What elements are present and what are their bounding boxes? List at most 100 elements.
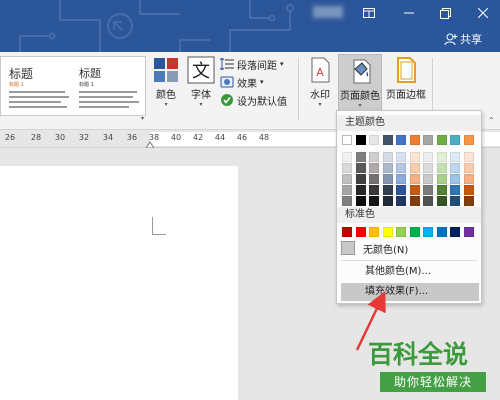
share-button[interactable]: 共享 [444, 30, 482, 48]
theme-color-swatch[interactable] [382, 185, 393, 195]
gallery-more-icon[interactable]: ▾ [141, 115, 149, 122]
theme-color-swatch[interactable] [396, 196, 406, 206]
no-color-option[interactable]: 无颜色(N) [341, 239, 475, 257]
theme-color-swatch[interactable] [369, 196, 379, 206]
theme-color-swatch[interactable] [463, 152, 474, 162]
theme-color-swatch[interactable] [423, 174, 433, 184]
theme-color-swatch[interactable] [423, 163, 433, 173]
theme-color-swatch[interactable] [423, 196, 433, 206]
fill-effects-option[interactable]: 填充效果(F)... [341, 283, 479, 301]
theme-color-swatch[interactable] [382, 163, 393, 173]
theme-color-swatch[interactable] [355, 152, 366, 162]
chevron-down-icon: ▾ [280, 60, 284, 68]
document-page[interactable] [0, 166, 238, 400]
theme-color-swatch[interactable] [436, 163, 447, 173]
standard-color-swatch[interactable] [396, 227, 406, 237]
collapse-ribbon-icon[interactable]: ⌃ [488, 116, 495, 125]
theme-color-swatch[interactable] [396, 135, 406, 145]
theme-color-swatch[interactable] [436, 135, 447, 145]
theme-color-swatch[interactable] [409, 163, 420, 173]
theme-color-swatch[interactable] [463, 196, 474, 206]
watermark-button[interactable]: A 水印 ▾ [306, 56, 334, 109]
theme-color-swatch[interactable] [369, 185, 379, 195]
theme-color-swatch[interactable] [355, 196, 366, 206]
theme-color-swatch[interactable] [369, 163, 379, 173]
theme-color-swatch[interactable] [463, 185, 474, 195]
style-set-gallery[interactable]: 标题 标题 1 标题 标题 1 ▾ [0, 56, 146, 122]
theme-color-swatch[interactable] [355, 174, 366, 184]
theme-color-swatch[interactable] [369, 152, 379, 162]
theme-color-swatch[interactable] [382, 196, 393, 206]
theme-color-swatch[interactable] [409, 196, 420, 206]
theme-color-swatch[interactable] [396, 163, 406, 173]
standard-color-swatch[interactable] [355, 227, 366, 237]
theme-colors-heading: 主题颜色 [337, 115, 481, 131]
theme-color-swatch[interactable] [436, 196, 447, 206]
theme-color-swatch[interactable] [450, 135, 460, 145]
style-set-item[interactable]: 标题 标题 1 [3, 59, 73, 113]
baike-logo: 百科全说 助你轻松解决 [364, 336, 500, 400]
theme-color-swatch[interactable] [369, 174, 379, 184]
theme-color-swatch[interactable] [342, 174, 352, 184]
theme-color-swatch[interactable] [463, 163, 474, 173]
theme-color-swatch[interactable] [436, 185, 447, 195]
theme-color-swatch[interactable] [463, 135, 474, 145]
ribbon-group-separator [298, 58, 299, 120]
theme-color-swatch[interactable] [396, 185, 406, 195]
theme-color-swatch[interactable] [355, 163, 366, 173]
theme-color-swatch[interactable] [450, 174, 460, 184]
theme-color-swatch[interactable] [450, 196, 460, 206]
style-set-subtitle: 标题 1 [79, 82, 94, 88]
theme-color-swatch[interactable] [342, 163, 352, 173]
standard-color-swatch[interactable] [423, 227, 433, 237]
standard-color-swatch[interactable] [382, 227, 393, 237]
theme-color-swatch[interactable] [409, 152, 420, 162]
theme-color-swatch[interactable] [436, 152, 447, 162]
minimize-button[interactable] [392, 2, 426, 24]
theme-color-swatch[interactable] [382, 152, 393, 162]
ruler-number: 46 [236, 133, 248, 142]
more-colors-option[interactable]: 其他颜色(M)... [341, 263, 479, 281]
theme-color-swatch[interactable] [342, 185, 352, 195]
standard-color-swatch[interactable] [436, 227, 447, 237]
standard-color-swatch[interactable] [409, 227, 420, 237]
theme-color-swatch[interactable] [423, 152, 433, 162]
standard-color-swatch[interactable] [342, 227, 352, 237]
theme-color-swatch[interactable] [396, 174, 406, 184]
paragraph-spacing-button[interactable]: 段落间距 ▾ [220, 56, 284, 72]
theme-color-swatch[interactable] [355, 135, 366, 145]
theme-color-swatch[interactable] [463, 174, 474, 184]
theme-color-swatch[interactable] [369, 135, 379, 145]
page-borders-button[interactable]: 页面边框 [386, 56, 426, 101]
theme-color-swatch[interactable] [355, 185, 366, 195]
style-set-item[interactable]: 标题 标题 1 [73, 59, 143, 113]
colors-button[interactable]: 颜色 ▾ [150, 56, 182, 109]
standard-color-swatch[interactable] [369, 227, 379, 237]
theme-color-swatch[interactable] [423, 185, 433, 195]
theme-color-swatch[interactable] [409, 174, 420, 184]
theme-color-swatch[interactable] [450, 152, 460, 162]
page-color-button[interactable]: 页面颜色 ▾ [338, 54, 382, 114]
theme-color-swatch[interactable] [382, 174, 393, 184]
restore-button[interactable] [428, 2, 462, 24]
theme-color-swatch[interactable] [409, 185, 420, 195]
theme-color-swatch[interactable] [450, 185, 460, 195]
fonts-button[interactable]: 文 字体 ▾ [186, 56, 216, 109]
close-button[interactable] [466, 2, 500, 24]
theme-color-swatch[interactable] [409, 135, 420, 145]
theme-color-swatch[interactable] [450, 163, 460, 173]
theme-color-swatch[interactable] [396, 152, 406, 162]
standard-color-swatch[interactable] [463, 227, 474, 237]
effects-button[interactable]: 效果 ▾ [220, 74, 264, 90]
theme-color-swatch[interactable] [342, 196, 352, 206]
set-as-default-button[interactable]: 设为默认值 [220, 92, 287, 108]
watermark-icon: A [311, 57, 330, 83]
theme-color-swatch[interactable] [436, 174, 447, 184]
standard-color-swatch[interactable] [450, 227, 460, 237]
theme-color-swatch[interactable] [423, 135, 433, 145]
ruler-indent-marker-icon[interactable] [146, 140, 154, 148]
theme-color-swatch[interactable] [342, 135, 352, 145]
theme-color-swatch[interactable] [382, 135, 393, 145]
ribbon-display-options-button[interactable] [352, 2, 386, 24]
theme-color-swatch[interactable] [342, 152, 352, 162]
